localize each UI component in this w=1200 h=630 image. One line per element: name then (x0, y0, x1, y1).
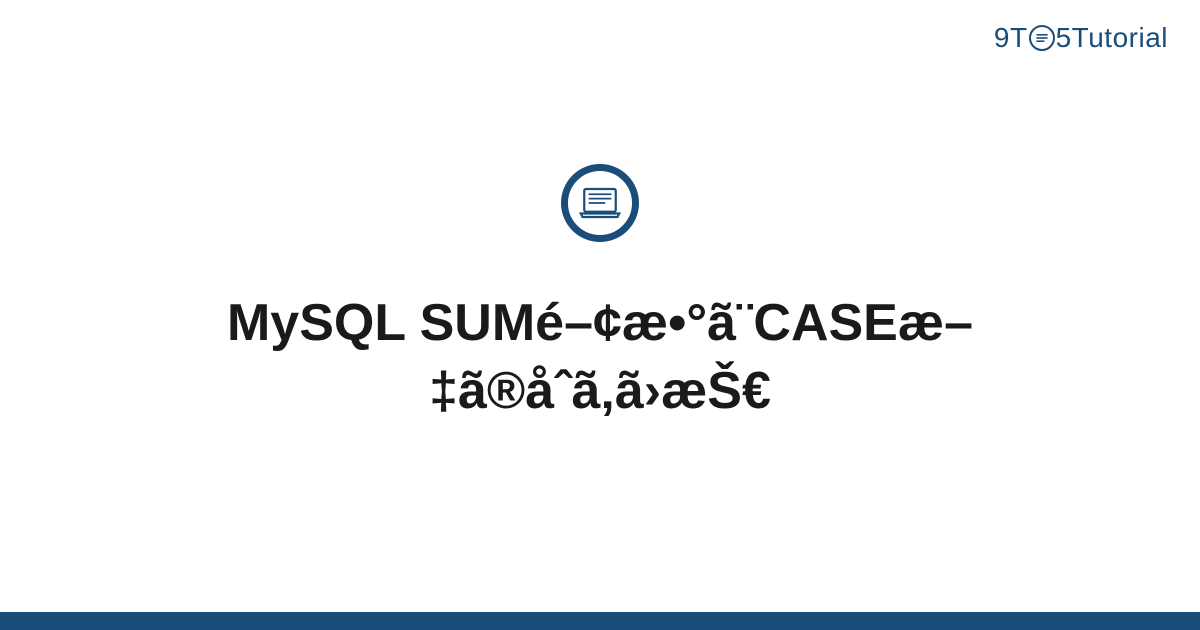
tutorial-icon-circle (561, 164, 639, 242)
bottom-accent-bar (0, 612, 1200, 630)
laptop-icon (579, 187, 621, 219)
logo-text-9t: 9T (994, 22, 1028, 54)
main-content: MySQL SUMé–¢æ•°ã¨CASEæ–‡ã®åˆã‚ã›æŠ€ (0, 0, 1200, 630)
logo-text-5: 5 (1056, 22, 1072, 54)
logo-circle-icon (1029, 25, 1055, 51)
page-title: MySQL SUMé–¢æ•°ã¨CASEæ–‡ã®åˆã‚ã›æŠ€ (100, 290, 1100, 425)
site-logo: 9T 5 Tutorial (994, 22, 1168, 54)
logo-text-tutorial: Tutorial (1072, 22, 1168, 54)
